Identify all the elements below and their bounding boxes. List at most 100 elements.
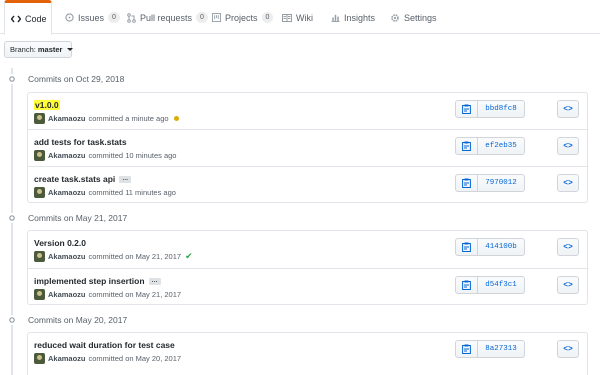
sha-button-group: 414100b: [455, 238, 525, 256]
tab-settings-label: Settings: [404, 12, 437, 23]
branch-prefix: Branch:: [10, 45, 36, 54]
commit-title-text: implemented step insertion: [34, 276, 145, 286]
clipboard-icon: [462, 280, 471, 290]
check-icon[interactable]: ✔: [185, 251, 193, 262]
commit-list: reduced wait duration for test case Akam…: [27, 332, 588, 375]
commit-time: committed on May 21, 2017: [88, 290, 182, 299]
graph-icon: [330, 13, 340, 23]
commit-list: Version 0.2.0 Akamaozu committed on May …: [27, 230, 588, 305]
copy-sha-button[interactable]: [456, 101, 478, 117]
avatar[interactable]: [34, 187, 45, 198]
commit-list: v1.0.0 Akamaozu committed a minute ago b…: [27, 92, 588, 203]
commit-row: Version 0.2.0 Akamaozu committed on May …: [28, 231, 587, 268]
pending-status-icon[interactable]: [173, 116, 179, 121]
clipboard-icon: [462, 344, 471, 354]
commit-dot-icon: [7, 213, 17, 223]
gear-icon: [390, 13, 400, 23]
commit-sha-link[interactable]: bbd8fc8: [478, 101, 524, 117]
avatar[interactable]: [34, 289, 45, 300]
commit-title[interactable]: reduced wait duration for test case: [34, 340, 175, 350]
repo-nav-tabs: Code Issues 0 Pull requests 0 Projects 0…: [0, 0, 600, 35]
browse-files-button[interactable]: <>: [557, 100, 579, 118]
commit-author[interactable]: Akamaozu: [48, 114, 86, 123]
sha-button-group: d54f3c1: [455, 276, 525, 294]
commit-sha-link[interactable]: 7970012: [478, 175, 524, 191]
commit-time: committed on May 21, 2017: [88, 252, 182, 261]
expand-message-button[interactable]: …: [148, 278, 161, 286]
avatar[interactable]: [34, 353, 45, 364]
commit-meta: Akamaozu committed 11 minutes ago: [34, 187, 176, 198]
issues-counter: 0: [108, 12, 120, 23]
clipboard-icon: [462, 104, 471, 114]
copy-sha-button[interactable]: [456, 138, 478, 154]
commit-sha-link[interactable]: ef2eb35: [478, 138, 524, 154]
commit-sha-link[interactable]: 414100b: [478, 239, 524, 255]
commit-title[interactable]: v1.0.0: [34, 100, 60, 110]
sha-button-group: bbd8fc8: [455, 100, 525, 118]
tab-projects[interactable]: Projects 0: [205, 0, 279, 35]
clipboard-icon: [462, 141, 471, 151]
tab-code-label: Code: [25, 13, 47, 24]
commit-author[interactable]: Akamaozu: [48, 290, 86, 299]
commit-group-date: Commits on May 21, 2017: [28, 213, 128, 223]
commit-group-date: Commits on Oct 29, 2018: [28, 74, 125, 84]
sha-button-group: 7970012: [455, 174, 525, 192]
avatar[interactable]: [34, 251, 45, 262]
commit-title[interactable]: create task.stats api…: [34, 174, 132, 184]
tab-settings[interactable]: Settings: [384, 0, 443, 35]
commit-meta: Akamaozu committed on May 21, 2017: [34, 289, 181, 300]
commit-author[interactable]: Akamaozu: [48, 151, 86, 160]
commit-time: committed 11 minutes ago: [88, 188, 176, 197]
commit-meta: Akamaozu committed on May 21, 2017 ✔: [34, 251, 193, 262]
browse-files-button[interactable]: <>: [557, 174, 579, 192]
commit-meta: Akamaozu committed on May 20, 2017: [34, 353, 181, 364]
commit-title[interactable]: Version 0.2.0: [34, 238, 86, 248]
project-icon: [211, 13, 221, 23]
commit-dot-icon: [7, 74, 17, 84]
tab-projects-label: Projects: [225, 12, 258, 23]
tab-code[interactable]: Code: [4, 0, 52, 35]
commit-author[interactable]: Akamaozu: [48, 252, 86, 261]
commit-sha-link[interactable]: d54f3c1: [478, 277, 524, 293]
tab-issues[interactable]: Issues 0: [58, 0, 126, 35]
browse-files-button[interactable]: <>: [557, 137, 579, 155]
commit-meta: Akamaozu committed 10 minutes ago: [34, 150, 176, 161]
branch-select-button[interactable]: Branch: master: [4, 41, 74, 58]
copy-sha-button[interactable]: [456, 175, 478, 191]
tab-pull-requests[interactable]: Pull requests 0: [120, 0, 214, 35]
commit-group-date: Commits on May 20, 2017: [28, 315, 128, 325]
commit-sha-link[interactable]: 8a27313: [478, 341, 524, 357]
expand-message-button[interactable]: …: [119, 176, 132, 184]
browse-files-button[interactable]: <>: [557, 276, 579, 294]
tab-pull-requests-label: Pull requests: [140, 12, 193, 23]
commit-row: create task.stats api… Akamaozu committe…: [28, 166, 587, 202]
tab-insights[interactable]: Insights: [324, 0, 381, 35]
commit-time: committed a minute ago: [88, 114, 169, 123]
avatar[interactable]: [34, 113, 45, 124]
copy-sha-button[interactable]: [456, 341, 478, 357]
copy-sha-button[interactable]: [456, 239, 478, 255]
commit-author[interactable]: Akamaozu: [48, 354, 86, 363]
browse-files-button[interactable]: <>: [557, 238, 579, 256]
tab-wiki[interactable]: Wiki: [276, 0, 319, 35]
commit-row: reduced wait duration for test case Akam…: [28, 333, 587, 375]
avatar[interactable]: [34, 150, 45, 161]
commit-title[interactable]: add tests for task.stats: [34, 137, 127, 147]
commit-time: committed 10 minutes ago: [88, 151, 177, 160]
copy-sha-button[interactable]: [456, 277, 478, 293]
tab-issues-label: Issues: [78, 12, 105, 23]
tab-wiki-label: Wiki: [296, 12, 313, 23]
sha-button-group: 8a27313: [455, 340, 525, 358]
projects-counter: 0: [261, 12, 274, 23]
clipboard-icon: [462, 178, 471, 188]
commit-title-text: create task.stats api: [34, 174, 116, 184]
clipboard-icon: [462, 242, 471, 252]
commit-author[interactable]: Akamaozu: [48, 188, 86, 197]
commit-row: implemented step insertion… Akamaozu com…: [28, 268, 587, 304]
browse-files-button[interactable]: <>: [557, 340, 579, 358]
code-icon: [11, 14, 21, 24]
sha-button-group: ef2eb35: [455, 137, 525, 155]
caret-down-icon: [67, 48, 74, 51]
commit-meta: Akamaozu committed a minute ago: [34, 113, 179, 124]
commit-title[interactable]: implemented step insertion…: [34, 276, 161, 286]
